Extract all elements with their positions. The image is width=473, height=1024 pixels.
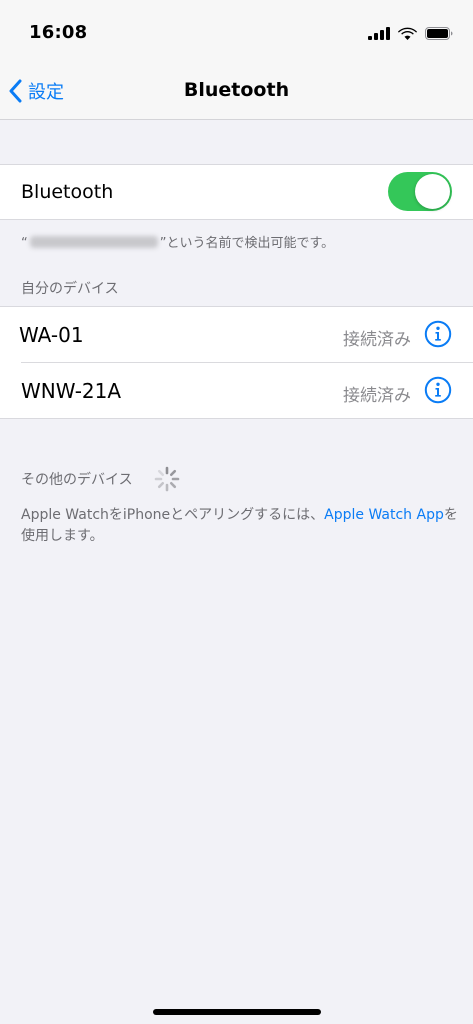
battery-icon <box>425 26 453 40</box>
status-bar: 16:08 <box>0 0 473 62</box>
toggle-knob <box>415 174 450 209</box>
wifi-icon <box>398 27 417 40</box>
info-icon[interactable] <box>424 376 452 404</box>
discoverable-open-quote: “ <box>21 236 28 251</box>
pairing-note-text: Apple WatchをiPhoneとペアリングするには、 <box>21 507 325 523</box>
device-name: WNW-21A <box>21 379 122 403</box>
device-name: WA-01 <box>19 323 84 347</box>
my-devices-header: 自分のデバイス <box>21 281 119 297</box>
device-status: 接続済み <box>343 330 411 350</box>
page-title: Bluetooth <box>183 79 290 101</box>
status-icons <box>368 26 453 40</box>
bluetooth-toggle-row: Bluetooth <box>0 165 473 219</box>
blurred-device-name <box>29 236 158 248</box>
my-devices-group: WA-01 接続済み WNW-21A 接続済み <box>0 306 473 419</box>
apple-watch-app-link[interactable]: Apple Watch App <box>324 507 444 523</box>
bluetooth-toggle-group: Bluetooth <box>0 164 473 220</box>
home-indicator[interactable] <box>153 1009 321 1015</box>
bluetooth-label: Bluetooth <box>21 181 114 203</box>
cellular-signal-icon <box>368 26 390 40</box>
discoverable-note: “ ”という名前で検出可能です。 <box>21 232 334 251</box>
discoverable-note-text: ”という名前で検出可能です。 <box>159 236 335 251</box>
device-row[interactable]: WNW-21A 接続済み <box>21 362 473 418</box>
info-icon[interactable] <box>424 320 452 348</box>
other-devices-header: その他のデバイス <box>21 472 133 488</box>
loading-spinner-icon <box>154 466 180 492</box>
bluetooth-toggle[interactable] <box>388 172 452 211</box>
navigation-bar: 設定 Bluetooth <box>0 62 473 120</box>
pairing-note: Apple WatchをiPhoneとペアリングするには、Apple Watch… <box>21 505 461 547</box>
device-status: 接続済み <box>343 386 411 406</box>
device-row[interactable]: WA-01 接続済み <box>0 307 473 362</box>
status-time: 16:08 <box>29 22 88 43</box>
